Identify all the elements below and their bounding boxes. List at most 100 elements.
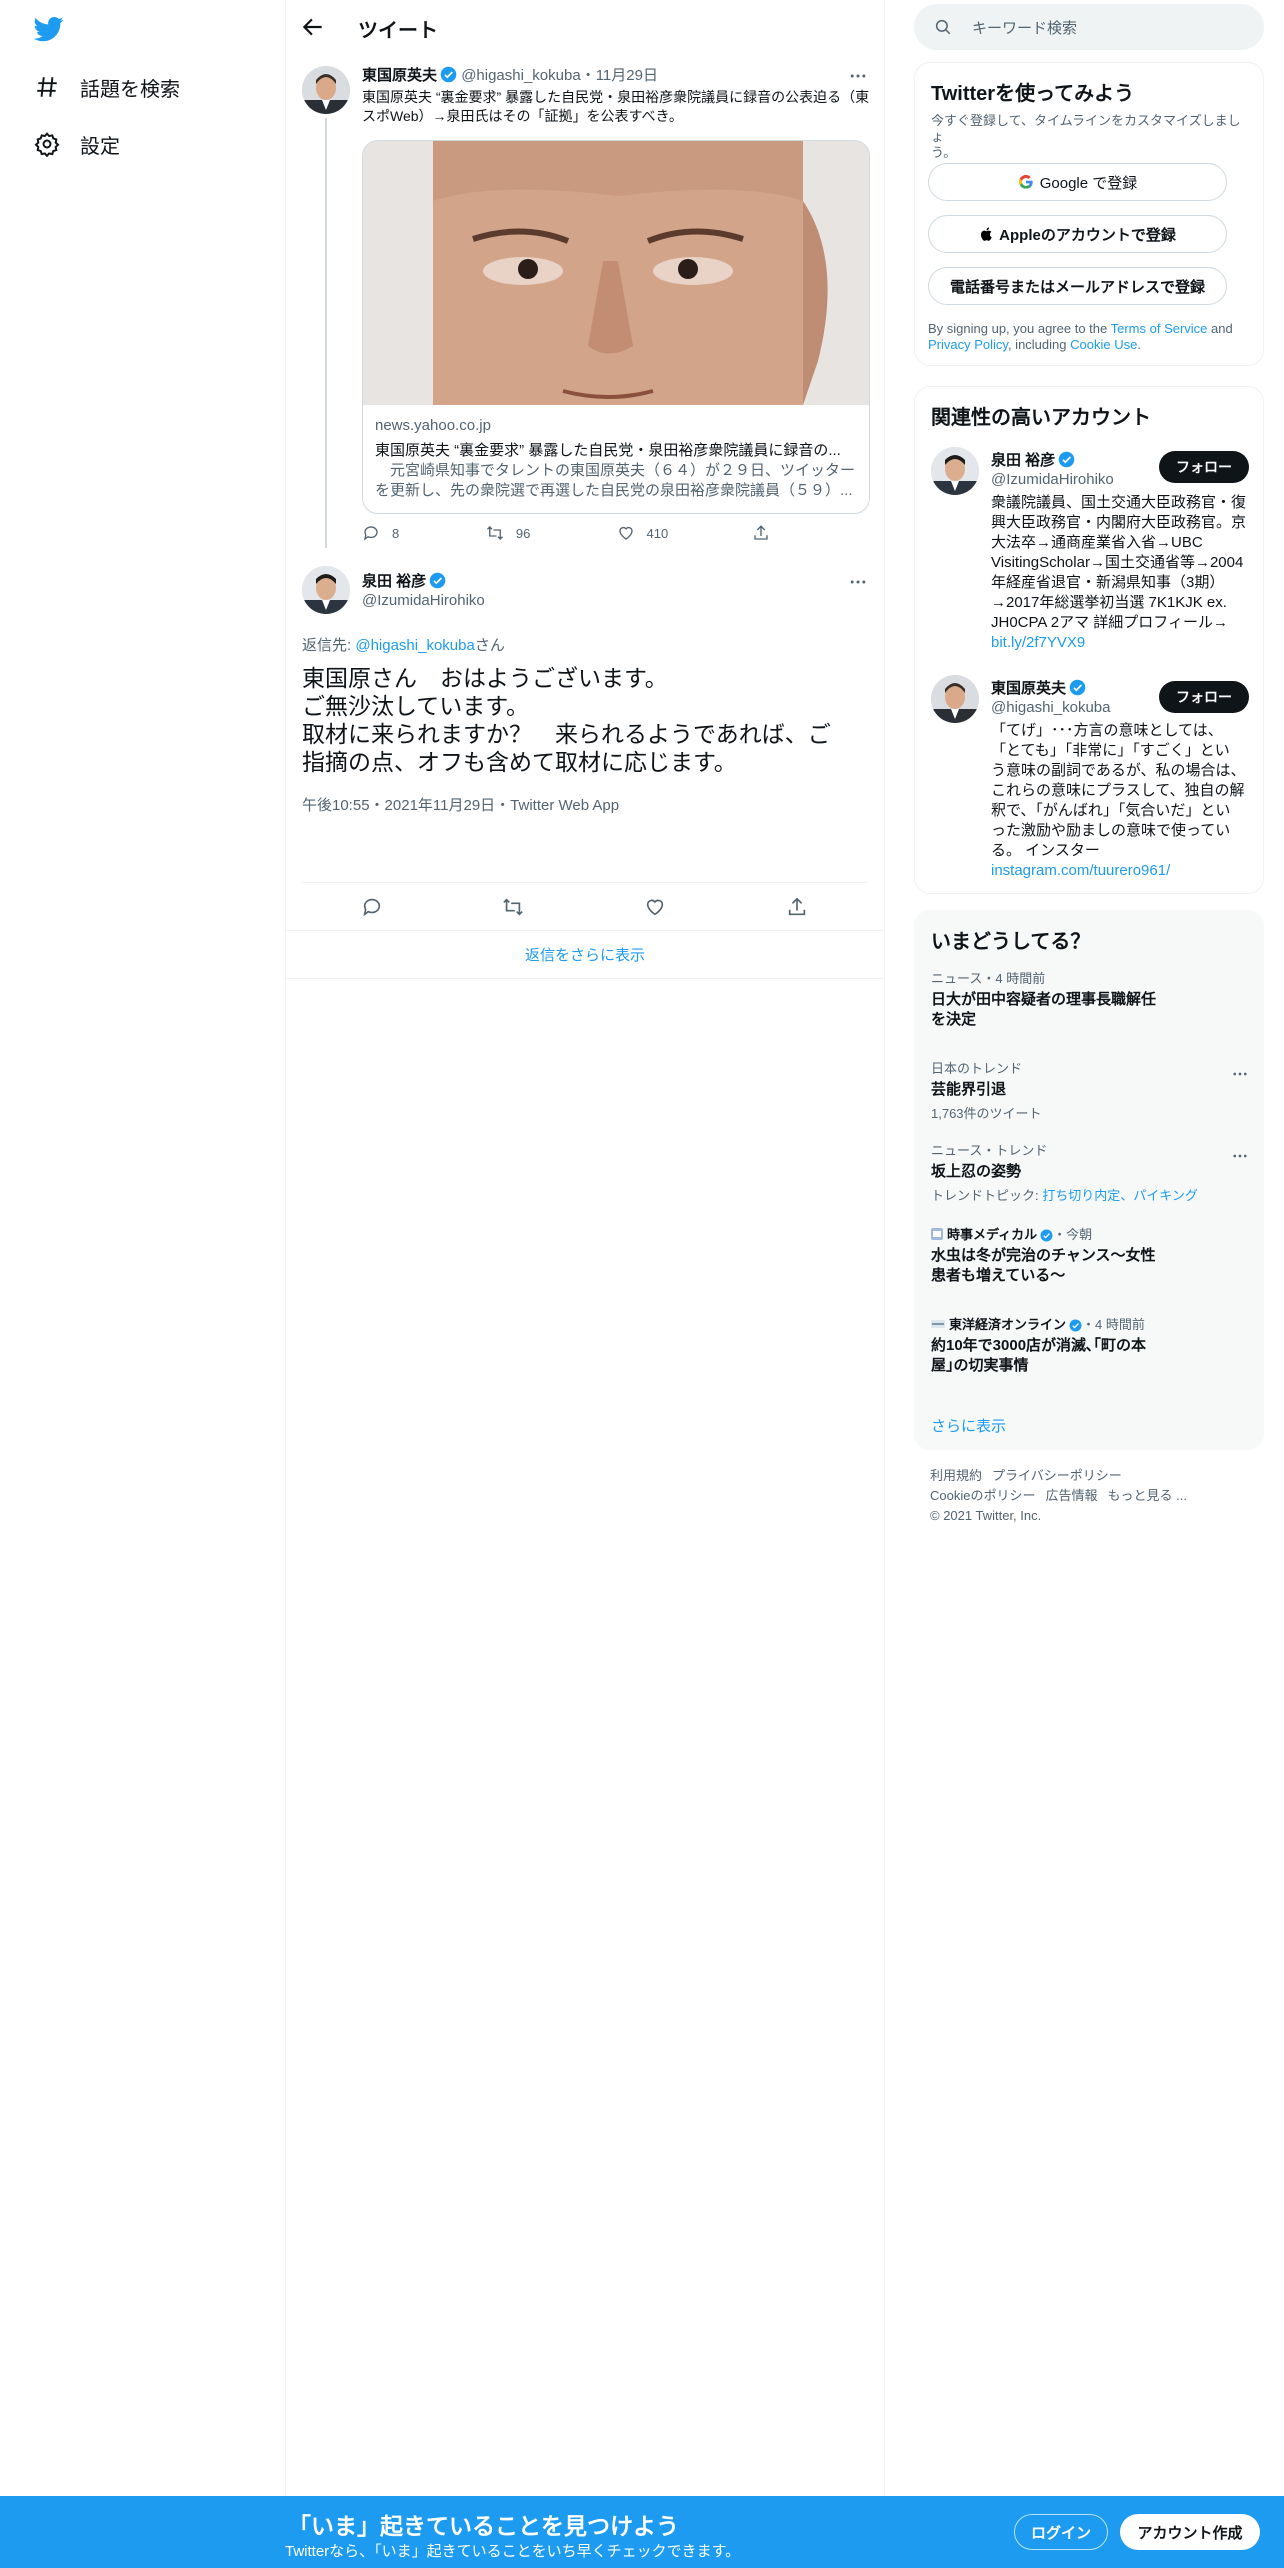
account-name[interactable]: 泉田 裕彦 [991, 449, 1075, 470]
card-image [363, 141, 869, 405]
card-title: 東国原英夫 “裏金要求” 暴露した自民党・泉田裕彦衆院議員に録音の... [375, 442, 841, 459]
cookie-use-link[interactable]: Cookie Use [1070, 337, 1137, 352]
follow-button[interactable]: フォロー [1159, 451, 1249, 483]
man-face-photo [363, 141, 869, 405]
verified-badge-icon [1040, 1229, 1053, 1242]
trend-item[interactable]: ニュース・トレンド 坂上忍の姿勢 トレンドトピック: 打ち切り内定、パイキング [931, 1143, 1249, 1204]
account-bio: 衆議院議員、国土交通大臣政務官・復 興大臣政務官・内閣府大臣政務官。京 大法卒→… [991, 493, 1253, 653]
thread-line [325, 118, 327, 548]
tweet-timestamp[interactable]: 午後10:55・2021年11月29日・Twitter Web App [302, 794, 619, 815]
news-source-logo-icon [931, 1320, 945, 1328]
trends-panel: いまどうしてる？ ニュース・4 時間前 日大が田中容疑者の理事長職解任 を決定 … [914, 910, 1264, 1450]
nav-item-explore[interactable]: 話題を検索 [34, 67, 180, 107]
more-options-icon[interactable] [1231, 1065, 1249, 1083]
show-more-replies-link[interactable]: 返信をさらに表示 [286, 944, 884, 965]
search-input[interactable]: キーワード検索 [914, 4, 1264, 50]
reply-icon [363, 526, 378, 541]
link-card[interactable]: news.yahoo.co.jp 東国原英夫 “裏金要求” 暴露した自民党・泉田… [362, 140, 870, 514]
reply-to-link[interactable]: @higashi_kokuba [355, 637, 474, 654]
retweet-count: 96 [515, 525, 531, 541]
trend-item[interactable]: 日本のトレンド 芸能界引退 1,763件のツイート [931, 1061, 1249, 1122]
heart-icon [618, 526, 633, 540]
bottom-bar-subtitle: Twitterなら、「いま」起きていることをいち早くチェックできます。 [285, 2543, 741, 2560]
trend-topic-links[interactable]: 打ち切り内定、パイキング [1042, 1188, 1198, 1203]
footer-link[interactable]: もっと見る ... [1107, 1488, 1186, 1503]
signup-panel: Twitterを使ってみよう 今すぐ登録して、タイムラインをカスタマイズしましょ… [914, 62, 1264, 366]
bottom-bar-title: 「いま」起きていることを見つけよう [288, 2513, 679, 2539]
verified-badge-icon [1069, 1319, 1082, 1332]
trend-item[interactable]: 東洋経済オンライン ・4 時間前 約10年で3000店が消滅､｢町の本 屋｣の切実… [931, 1317, 1249, 1376]
signup-title: Twitterを使ってみよう [931, 83, 1135, 105]
phone-signup-label: 電話番号またはメールアドレスで登録 [949, 278, 1205, 296]
card-domain: news.yahoo.co.jp [375, 417, 491, 434]
verified-badge-icon [1069, 679, 1086, 696]
retweet-button[interactable]: 96 [486, 524, 617, 542]
tweet-text-line: 指摘の点、オフも含めて取材に応じます。 [302, 749, 737, 775]
author-name[interactable]: 東国原英夫 [362, 67, 437, 84]
page-header: ツイート [286, 0, 884, 54]
footer-link[interactable]: 利用規約 [930, 1468, 982, 1483]
back-arrow-icon[interactable] [300, 14, 326, 40]
account-handle[interactable]: @IzumidaHirohiko [991, 471, 1114, 488]
nav-item-settings[interactable]: 設定 [34, 124, 120, 164]
like-count: 410 [646, 525, 669, 541]
avatar[interactable] [302, 66, 350, 114]
nav-item-label: 話題を検索 [80, 78, 180, 101]
retweet-icon[interactable] [502, 896, 524, 918]
verified-badge-icon [429, 572, 446, 589]
share-icon[interactable] [786, 896, 808, 918]
phone-email-signup-button[interactable]: 電話番号またはメールアドレスで登録 [928, 267, 1227, 305]
footer-link[interactable]: プライバシーポリシー [992, 1468, 1122, 1483]
verified-badge-icon [1058, 451, 1075, 468]
card-description: 元宮崎県知事でタレントの東国原英夫（６４）が２９日、ツイッターを更新し、先の衆院… [375, 462, 856, 499]
create-account-button[interactable]: アカウント作成 [1120, 2514, 1260, 2550]
privacy-policy-link[interactable]: Privacy Policy [928, 337, 1008, 352]
search-icon [935, 19, 951, 35]
google-signup-button[interactable]: Google で登録 [928, 163, 1227, 201]
tweet-date[interactable]: 11月29日 [596, 67, 658, 84]
footer-links: 利用規約 プライバシーポリシー Cookieのポリシー 広告情報 もっと見る ... … [930, 1466, 1197, 1526]
reply-icon[interactable] [361, 896, 383, 918]
more-options-icon[interactable] [848, 66, 868, 86]
avatar[interactable] [931, 675, 979, 723]
avatar[interactable] [302, 566, 350, 614]
apple-signup-button[interactable]: Appleのアカウントで登録 [928, 215, 1227, 253]
more-options-icon[interactable] [848, 572, 868, 592]
parent-tweet[interactable]: 東国原英夫 @higashi_kokuba・11月29日 東国原英夫 “裏金要求… [286, 54, 884, 554]
account-name[interactable]: 東国原英夫 [991, 677, 1086, 698]
follow-button[interactable]: フォロー [1159, 681, 1249, 713]
terms-of-service-link[interactable]: Terms of Service [1111, 321, 1208, 336]
author-handle[interactable]: @higashi_kokuba [461, 67, 580, 84]
apple-signup-label: Appleのアカウントで登録 [999, 226, 1176, 244]
twitter-logo-icon[interactable] [32, 14, 66, 44]
reply-button[interactable]: 8 [362, 524, 486, 542]
share-button[interactable] [752, 524, 782, 542]
author-name[interactable]: 泉田 裕彦 [362, 573, 426, 590]
account-handle[interactable]: @higashi_kokuba [991, 699, 1110, 716]
show-more-trends-link[interactable]: さらに表示 [931, 1415, 1006, 1436]
column-divider [884, 0, 885, 2568]
avatar[interactable] [931, 447, 979, 495]
avatar-photo [931, 447, 979, 495]
footer-link[interactable]: 広告情報 [1045, 1488, 1097, 1503]
apple-icon [981, 227, 992, 241]
hashtag-icon [37, 77, 57, 97]
tweet-actions: 8 96 410 [362, 524, 782, 542]
like-button[interactable]: 410 [617, 524, 752, 542]
tweet-text-line: 東国原さん おはようございます。 [302, 665, 668, 691]
avatar-photo [302, 566, 350, 614]
footer-link[interactable]: Cookieのポリシー [930, 1488, 1035, 1503]
tweet-text-line: ご無沙汰しています。 [302, 693, 530, 719]
bio-link[interactable]: bit.ly/2f7YVX9 [991, 633, 1253, 653]
gear-icon [34, 132, 60, 157]
trend-item[interactable]: 時事メディカル ・今朝 水虫は冬が完治のチャンス～女性 患者も増えている～ [931, 1227, 1249, 1286]
google-signup-label: Google で登録 [1039, 174, 1138, 192]
bio-link[interactable]: instagram.com/tuurero961/ [991, 861, 1253, 881]
heart-icon[interactable] [644, 896, 666, 918]
more-options-icon[interactable] [1231, 1147, 1249, 1165]
trend-item[interactable]: ニュース・4 時間前 日大が田中容疑者の理事長職解任 を決定 [931, 971, 1249, 1030]
google-icon [1018, 174, 1033, 189]
author-handle[interactable]: @IzumidaHirohiko [362, 592, 485, 609]
bottom-signup-bar: 「いま」起きていることを見つけよう Twitterなら、「いま」起きていることを… [0, 2496, 1284, 2568]
login-button[interactable]: ログイン [1014, 2514, 1108, 2550]
